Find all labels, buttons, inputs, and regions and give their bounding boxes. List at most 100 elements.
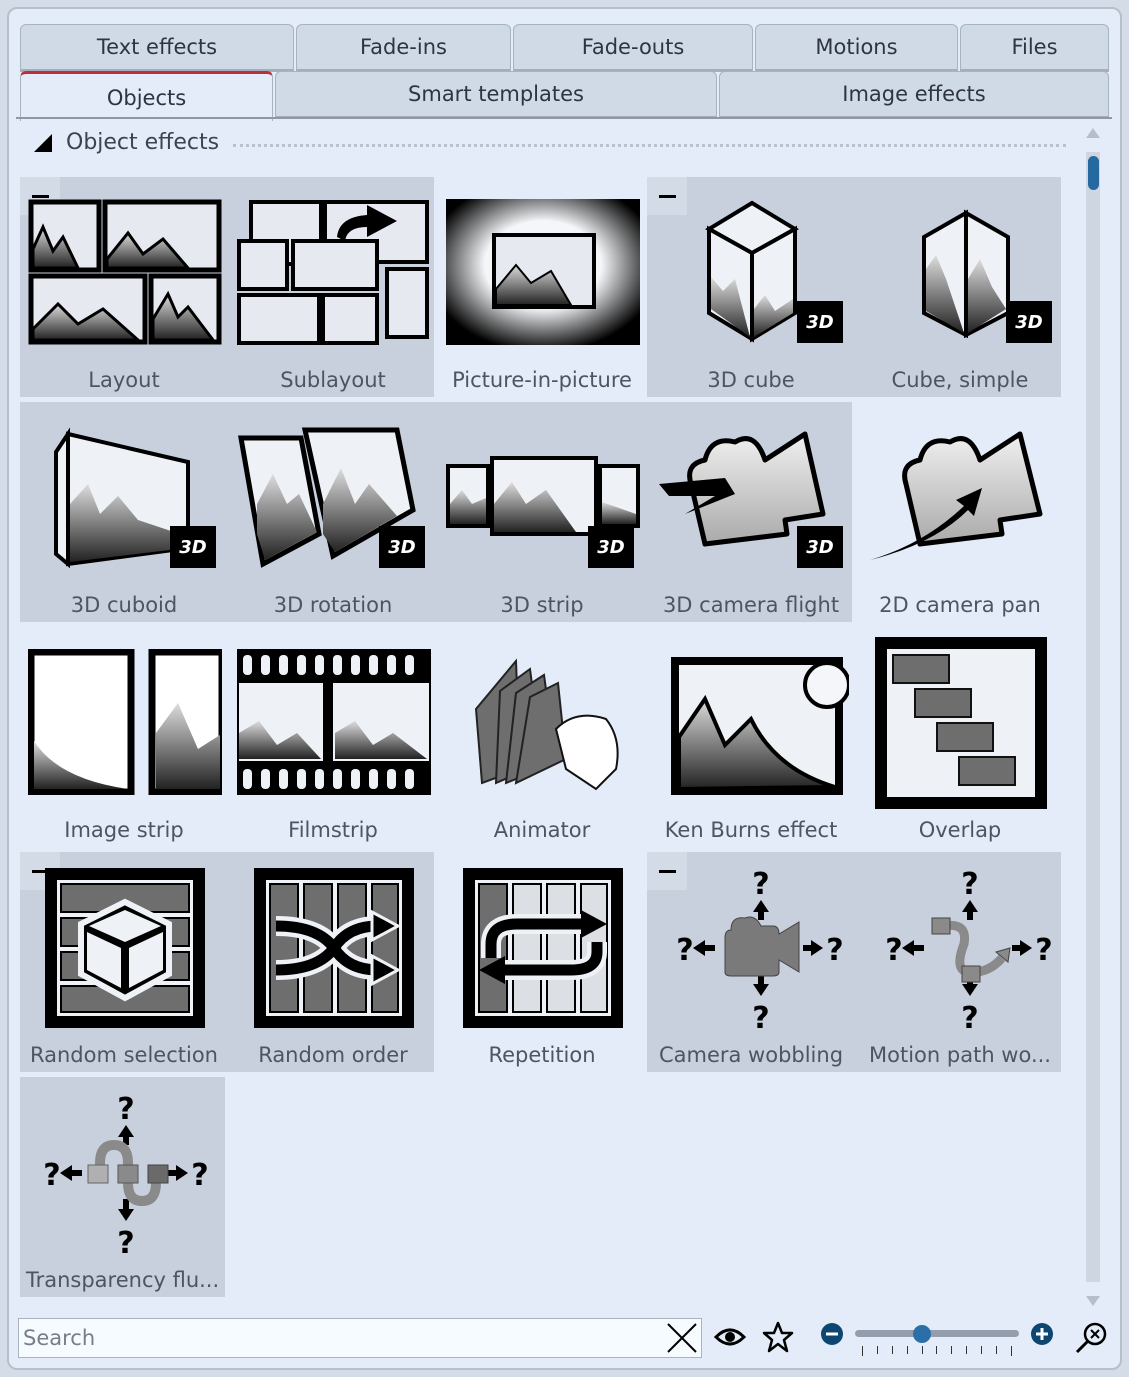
effect-tile-sublayout[interactable]: Sublayout [229,177,437,397]
effect-label: Repetition [488,1043,596,1067]
effect-label: Picture-in-picture [452,368,632,392]
effect-tile-3d-strip[interactable]: 3D 3D strip [438,402,646,622]
effect-label: Overlap [918,818,1002,842]
zoom-slider-ticks [862,1346,1012,1358]
effect-label: Random order [258,1043,408,1067]
effect-tile-overlap[interactable]: Overlap [856,627,1064,847]
tab-files[interactable]: Files [960,24,1109,72]
effect-tile-transparency-fluctuation[interactable]: ???? Transparency flu... [20,1077,225,1297]
effect-tile-ken-burns[interactable]: Ken Burns effect [647,627,855,847]
svg-text:?: ? [961,867,978,902]
section-title: Object effects [66,130,220,155]
effect-label: Ken Burns effect [664,818,838,842]
svg-text:?: ? [117,1226,134,1255]
svg-text:?: ? [752,867,769,902]
tab-fade-ins[interactable]: Fade-ins [296,24,511,72]
3d-badge: 3D [1006,301,1052,343]
tab-divider [16,117,1112,119]
motion-path-wobble-icon: ???? [864,860,1058,1030]
svg-text:?: ? [826,933,843,968]
zoom-slider-track[interactable] [855,1330,1019,1337]
effect-label: Random selection [29,1043,218,1067]
svg-text:?: ? [191,1158,208,1193]
transparency-fluctuation-icon: ???? [28,1085,222,1255]
zoom-fit-icon[interactable] [1074,1322,1108,1358]
svg-text:?: ? [43,1158,60,1193]
section-header-object-effects[interactable]: Object effects [34,130,1066,155]
3d-cube-icon: 3D [655,197,849,347]
effect-tile-layout[interactable]: Layout [20,177,228,397]
scroll-up-arrow-icon[interactable] [1086,128,1100,138]
tab-text-effects[interactable]: Text effects [20,24,294,72]
effect-tile-cube-simple[interactable]: 3D Cube, simple [856,177,1064,397]
collapse-triangle-icon[interactable] [34,133,52,152]
3d-badge: 3D [379,526,425,568]
effect-label: Image strip [64,818,184,842]
effect-label: Cube, simple [891,368,1029,392]
camera-wobble-icon: ???? [655,860,849,1030]
effect-tile-motion-path-wobbling[interactable]: ???? Motion path wo... [856,852,1064,1072]
camera-pan-icon [864,422,1058,572]
svg-text:?: ? [961,1001,978,1030]
tab-row-1: Text effects Fade-ins Fade-outs Motions … [20,24,1111,72]
ken-burns-icon [655,647,849,797]
3d-rotation-icon: 3D [237,422,431,572]
effect-label: Layout [88,368,160,392]
effect-tile-filmstrip[interactable]: Filmstrip [229,627,437,847]
effect-label: 3D rotation [273,593,393,617]
effect-label: 3D cuboid [70,593,178,617]
effect-tile-picture-in-picture[interactable]: Picture-in-picture [438,177,646,397]
effect-label: Motion path wo... [869,1043,1051,1067]
effect-label: 3D strip [500,593,584,617]
effect-tile-repetition[interactable]: Repetition [438,852,646,1072]
section-divider [233,144,1066,147]
effect-label: Sublayout [280,368,386,392]
effect-tile-3d-camera-flight[interactable]: 3D 3D camera flight [647,402,855,622]
effect-label: Camera wobbling [658,1043,844,1067]
vertical-scrollbar-track[interactable] [1086,152,1100,1282]
effect-tile-image-strip[interactable]: Image strip [20,627,228,847]
vertical-scrollbar-thumb[interactable] [1088,156,1099,190]
svg-text:?: ? [885,933,902,968]
search-input[interactable] [19,1319,659,1357]
sublayout-icon [237,197,431,347]
effect-tile-3d-cuboid[interactable]: 3D 3D cuboid [20,402,228,622]
3d-badge: 3D [588,526,634,568]
tab-objects[interactable]: Objects [20,71,273,121]
eye-icon[interactable] [713,1325,747,1353]
dice-icon [28,862,222,1034]
effect-label: 2D camera pan [879,593,1041,617]
image-strip-icon [28,647,222,797]
overlap-icon [864,635,1058,811]
effect-tile-camera-wobbling[interactable]: ???? Camera wobbling [647,852,855,1072]
tab-row-2: Objects Smart templates Image effects [20,71,1111,121]
layout-icon [28,197,222,347]
filmstrip-icon [237,647,431,797]
plus-circle-icon[interactable] [1030,1322,1054,1350]
camera-flight-icon: 3D [655,422,849,572]
minus-circle-icon[interactable] [820,1322,844,1350]
effect-tile-random-order[interactable]: Random order [229,852,437,1072]
effect-tile-3d-cube[interactable]: 3D 3D cube [647,177,855,397]
scroll-down-arrow-icon[interactable] [1086,1296,1100,1306]
3d-badge: 3D [797,301,843,343]
svg-text:?: ? [676,933,693,968]
effect-label: Transparency flu... [25,1268,220,1292]
effect-tile-2d-camera-pan[interactable]: 2D camera pan [856,402,1064,622]
close-icon[interactable] [665,1321,699,1355]
tab-image-effects[interactable]: Image effects [719,71,1109,119]
effect-tile-3d-rotation[interactable]: 3D 3D rotation [229,402,437,622]
tab-motions[interactable]: Motions [755,24,958,72]
star-icon[interactable] [762,1321,794,1357]
effect-tile-random-selection[interactable]: Random selection [20,852,228,1072]
effect-label: 3D camera flight [662,593,840,617]
tab-smart-templates[interactable]: Smart templates [275,71,717,119]
3d-badge: 3D [170,526,216,568]
tab-fade-outs[interactable]: Fade-outs [513,24,753,72]
repeat-icon [446,862,640,1034]
effect-label: 3D cube [707,368,795,392]
picture-in-picture-icon [446,197,640,347]
svg-text:?: ? [1035,933,1052,968]
animator-icon [446,647,640,797]
effect-tile-animator[interactable]: Animator [438,627,646,847]
